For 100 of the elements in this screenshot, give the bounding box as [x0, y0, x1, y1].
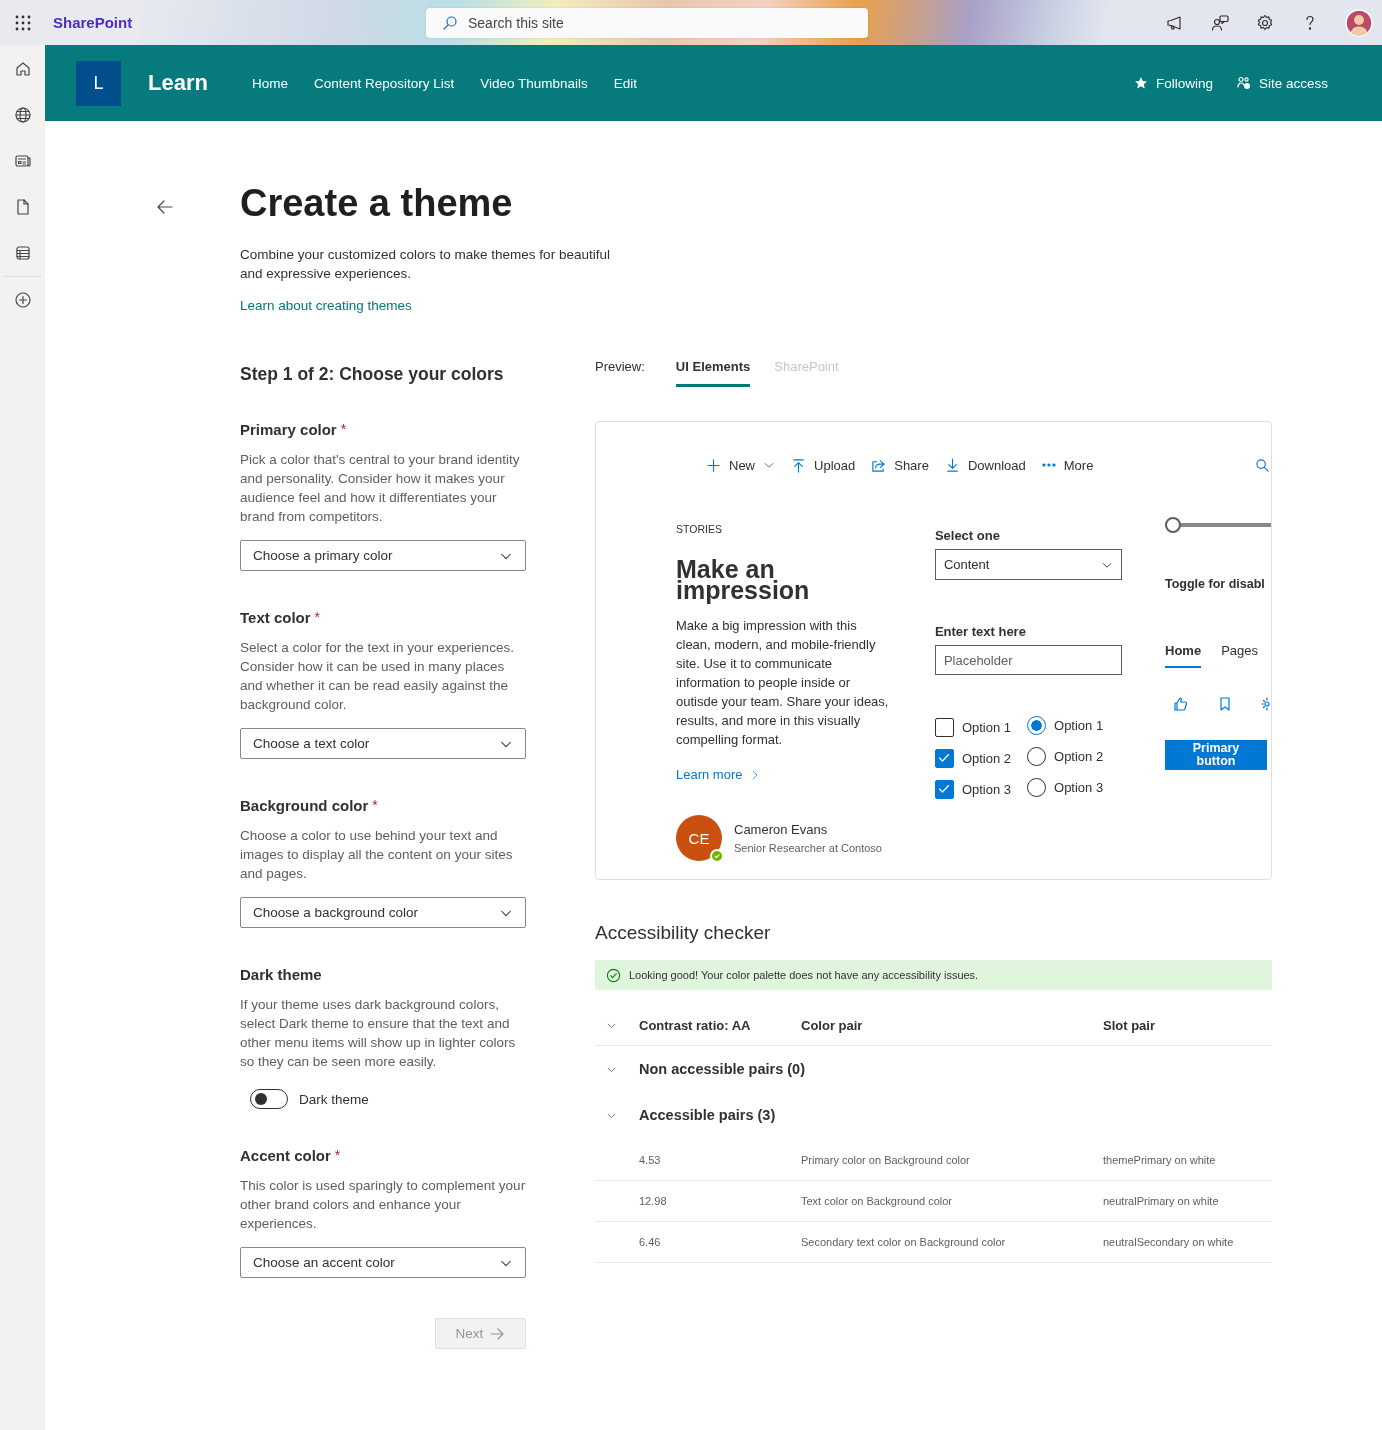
table-cell-text: Secondary text color on Background color — [801, 1236, 1007, 1248]
pivot-tab[interactable]: Pages — [1221, 643, 1258, 668]
checkmark-icon — [939, 754, 950, 762]
table-cell-text: 4.53 — [639, 1154, 662, 1166]
primary-button[interactable]: Primary button — [1165, 740, 1267, 770]
command-button[interactable]: Share — [871, 457, 929, 473]
plus-icon — [706, 457, 721, 473]
home-icon[interactable] — [13, 60, 32, 78]
option-label: Option 2 — [1054, 748, 1104, 764]
nav-link[interactable]: Content Repository List — [313, 75, 455, 91]
globe-icon[interactable] — [13, 106, 32, 124]
option-label: Option 3 — [961, 781, 1012, 797]
section-description: This color is used sparingly to complement your other brand colors and enhance your experiences. — [240, 1177, 526, 1233]
dropdown[interactable]: Content — [934, 549, 1122, 580]
option-label: Option 3 — [1054, 779, 1104, 795]
step-title: Step 1 of 2: Choose your colors — [240, 364, 505, 385]
bookmark-icon[interactable] — [1217, 696, 1233, 712]
option-label: Option 1 — [1054, 717, 1104, 733]
page-title: Create a theme — [240, 182, 514, 225]
site-logo[interactable]: L — [76, 60, 121, 106]
people-icon — [1236, 76, 1251, 90]
toggle-label: Toggle for disabl — [1165, 577, 1266, 591]
search-icon — [442, 14, 458, 31]
color-dropdown[interactable]: Choose a text color — [240, 728, 526, 759]
text-field[interactable]: Placeholder — [934, 645, 1122, 675]
more-icon — [1041, 463, 1056, 467]
star-icon — [1133, 76, 1148, 90]
checkbox[interactable] — [934, 717, 954, 737]
success-banner: Looking good! Your color palette does not have any accessibility issues. — [595, 960, 1272, 990]
story-body: Make a big impression with this clean, modern, and mobile-friendly site. Use it to communicate information to people inside or outisde your team. Share your ideas, results, and more in this visually compelling format. — [676, 617, 890, 749]
share-icon — [871, 457, 887, 473]
intro-text: Combine your customized colors to make themes for beautiful and expressive experiences. — [240, 246, 611, 283]
pivot-tab[interactable]: Home — [1165, 643, 1202, 668]
group-header[interactable]: Non accessible pairs (0) — [639, 1061, 805, 1077]
download-icon — [944, 457, 960, 473]
section-label: Background color — [240, 797, 369, 814]
required-mark: * — [334, 1147, 341, 1163]
table-cell-text: Primary color on Background color — [801, 1154, 971, 1166]
learn-link[interactable]: Learn about creating themes — [240, 298, 412, 313]
slider-thumb[interactable] — [1165, 517, 1181, 533]
toggle-label: Dark theme — [299, 1091, 369, 1107]
section-description: If your theme uses dark background colors, select Dark theme to ensure that the text and other menu items will show up in lighter colors so they can be seen more easily. — [240, 996, 517, 1071]
table-cell-text: Text color on Background color — [801, 1195, 954, 1207]
nav-link[interactable]: Video Thumbnails — [480, 75, 588, 91]
app-launcher-icon[interactable] — [15, 14, 31, 31]
section-title: Accessibility checker — [595, 922, 772, 944]
preview-tab[interactable]: UI Elements — [675, 356, 751, 387]
add-icon[interactable] — [13, 291, 32, 309]
section-description: Choose a color to use behind your text and images to display all the content on your sites and pages. — [240, 827, 514, 883]
learn-more-link[interactable]: Learn more — [676, 767, 761, 782]
checkmark-icon — [939, 785, 950, 793]
preview-label: Preview: — [595, 358, 645, 374]
command-button[interactable]: Download — [944, 457, 1026, 473]
section-description: Select a color for the text in your experiences. Consider how it can be used in many places and whether it can be read easily against the background color. — [240, 639, 515, 714]
follow-button[interactable]: Following — [1133, 75, 1213, 91]
table-cell-text: 6.46 — [639, 1236, 662, 1248]
command-button[interactable]: New — [706, 457, 775, 473]
search-field[interactable]: Search this site — [426, 7, 868, 38]
command-button[interactable]: Upload — [791, 457, 856, 473]
group-header[interactable]: Accessible pairs (3) — [639, 1107, 776, 1123]
table-cell: themePrimary on white — [1103, 1154, 1216, 1166]
nav-link[interactable]: Edit — [613, 75, 638, 91]
table-cell: neutralPrimary on white — [1103, 1195, 1219, 1207]
section-label: Accent color — [240, 1147, 331, 1164]
back-icon[interactable] — [156, 198, 174, 216]
chat-icon[interactable] — [1210, 12, 1230, 33]
color-dropdown[interactable]: Choose a background color — [240, 897, 526, 928]
checkbox[interactable] — [934, 748, 954, 768]
section-label: Dark theme — [240, 966, 322, 983]
like-icon[interactable] — [1173, 696, 1189, 712]
person-role: Senior Researcher at Contoso — [734, 842, 882, 854]
news-icon[interactable] — [13, 152, 32, 170]
nav-link[interactable]: Home — [251, 75, 288, 91]
color-dropdown[interactable]: Choose a primary color — [240, 540, 526, 571]
site-title[interactable]: Learn — [148, 70, 208, 96]
checkbox[interactable] — [934, 779, 954, 799]
avatar[interactable] — [1345, 8, 1373, 37]
upload-icon — [791, 457, 806, 473]
color-dropdown[interactable]: Choose an accent color — [240, 1247, 526, 1278]
section-label: Text color — [240, 609, 311, 626]
field-label: Select one — [934, 528, 1001, 543]
site-access-button[interactable]: Site access — [1236, 75, 1328, 91]
table-cell: neutralSecondary on white — [1103, 1236, 1234, 1248]
column-header[interactable]: Color pair — [801, 1018, 1103, 1033]
person-name: Cameron Evans — [734, 822, 829, 837]
toggle-switch[interactable] — [250, 1089, 288, 1109]
sun-icon[interactable] — [1261, 696, 1271, 712]
command-button[interactable]: More — [1041, 457, 1094, 473]
required-mark: * — [372, 797, 378, 813]
radio-button[interactable] — [1027, 715, 1047, 735]
column-header[interactable]: Contrast ratio: AA — [639, 1018, 801, 1033]
column-header[interactable]: Slot pair — [1103, 1018, 1155, 1033]
search-icon[interactable] — [1255, 458, 1270, 473]
list-icon[interactable] — [13, 244, 32, 262]
option-label: Option 1 — [961, 719, 1012, 735]
settings-icon[interactable] — [1255, 12, 1275, 33]
required-mark: * — [340, 421, 347, 437]
persona-avatar: CE — [676, 815, 722, 861]
app-name[interactable]: SharePoint — [53, 14, 133, 31]
option-label: Option 2 — [961, 750, 1012, 766]
